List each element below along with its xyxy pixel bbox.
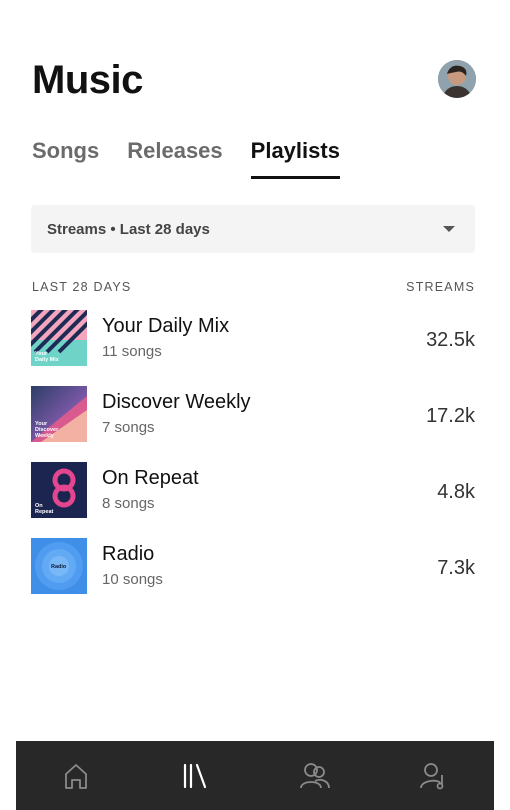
home-icon [64, 763, 87, 789]
cover-text: Radio [51, 564, 67, 570]
stream-count: 7.3k [437, 557, 475, 579]
library-icon [184, 763, 207, 788]
tab-releases[interactable]: Releases [127, 138, 222, 179]
playlist-name: Radio [102, 543, 155, 565]
playlist-name: Your Daily Mix [102, 315, 230, 337]
playlist-cover: Your Daily Mix [31, 310, 87, 366]
avatar[interactable] [438, 60, 476, 98]
tab-songs[interactable]: Songs [32, 138, 99, 179]
playlist-cover: Radio [31, 538, 87, 594]
header: Music [32, 58, 478, 108]
stream-period-dropdown[interactable]: Streams • Last 28 days [31, 205, 475, 253]
cover-text: Your Discover Weekly [35, 421, 59, 439]
list-item[interactable]: Your Discover Weekly Discover Weekly 7 s… [31, 386, 475, 462]
page-title: Music [32, 58, 143, 102]
caret-down-icon [443, 226, 455, 232]
stream-count: 4.8k [437, 481, 475, 503]
stream-count: 32.5k [426, 329, 475, 351]
nav-audience[interactable] [285, 746, 345, 806]
profile-icon [420, 762, 444, 789]
playlist-name: On Repeat [102, 467, 199, 489]
nav-profile[interactable] [404, 746, 464, 806]
playlist-cover: Your Discover Weekly [31, 386, 87, 442]
list-item[interactable]: Radio Radio 10 songs 7.3k [31, 538, 475, 614]
list-item[interactable]: On Repeat On Repeat 8 songs 4.8k [31, 462, 475, 538]
song-count: 11 songs [102, 343, 162, 360]
nav-library[interactable] [165, 746, 225, 806]
song-count: 10 songs [102, 571, 163, 588]
audience-icon [299, 762, 330, 788]
playlist-cover: On Repeat [31, 462, 87, 518]
tab-playlists[interactable]: Playlists [250, 138, 340, 179]
playlist-name: Discover Weekly [102, 391, 251, 413]
tab-bar: Songs Releases Playlists [32, 138, 340, 179]
dropdown-label: Streams • Last 28 days [47, 220, 210, 238]
period-column-header: LAST 28 DAYS [32, 280, 132, 294]
song-count: 8 songs [102, 495, 155, 512]
nav-home[interactable] [46, 746, 106, 806]
playlist-list: Your Daily Mix Your Daily Mix 11 songs 3… [31, 310, 475, 614]
song-count: 7 songs [102, 419, 155, 436]
stream-count: 17.2k [426, 405, 475, 427]
list-item[interactable]: Your Daily Mix Your Daily Mix 11 songs 3… [31, 310, 475, 386]
streams-column-header: STREAMS [406, 280, 475, 294]
cover-text: On Repeat [35, 503, 54, 515]
cover-text: Your Daily Mix [35, 351, 59, 363]
bottom-navigation [16, 741, 494, 810]
